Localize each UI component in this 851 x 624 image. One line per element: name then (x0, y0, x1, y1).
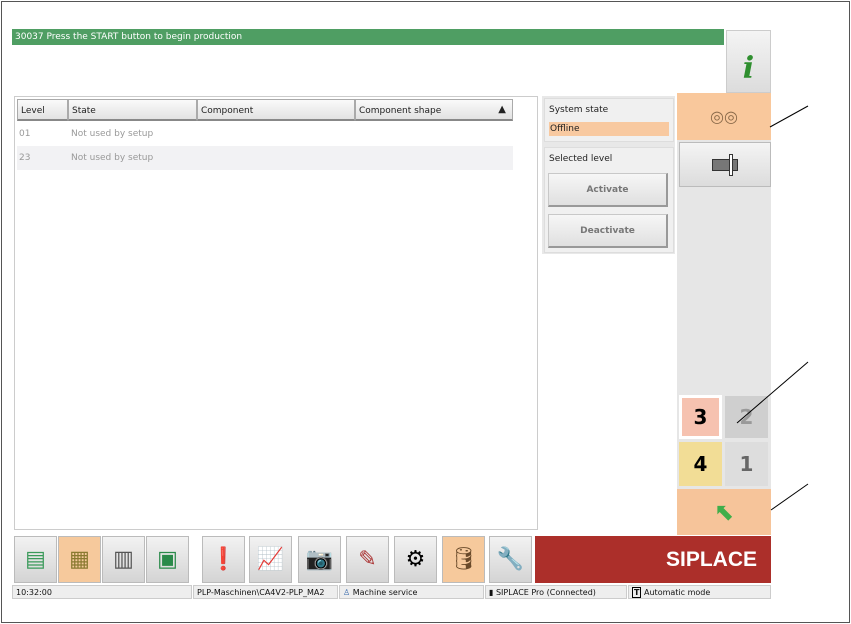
callout-line (770, 483, 809, 511)
callout-line (736, 361, 809, 424)
callout-line (769, 105, 809, 128)
callout-lines (736, 105, 809, 511)
